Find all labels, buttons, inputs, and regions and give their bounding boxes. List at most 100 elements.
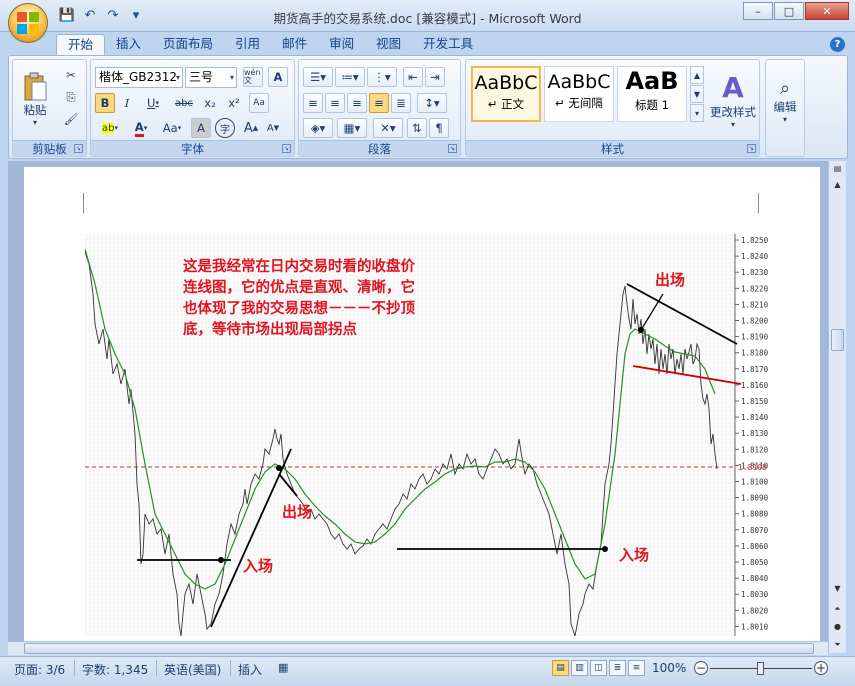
line-spacing-icon[interactable]: ↕▾	[417, 93, 447, 113]
subscript-button[interactable]: x₂	[199, 93, 221, 113]
underline-button[interactable]: U ▾	[139, 93, 167, 113]
price-axis-label: 1.8160	[741, 381, 769, 390]
ruler-toggle-icon[interactable]: ▤	[829, 161, 846, 177]
align-right-icon[interactable]: ≡	[347, 93, 367, 113]
style-normal[interactable]: AaBbC ↵ 正文	[471, 66, 541, 122]
clipboard-launcher-icon[interactable]: ↘	[74, 144, 83, 153]
copy-icon[interactable]: ⎘	[61, 88, 81, 106]
page-count[interactable]: 页面: 3/6	[14, 661, 65, 678]
change-styles-button[interactable]: A 更改样式 ▾	[708, 64, 758, 136]
clipboard-group: 粘贴 ▾ ✂ ⎘ 🖌 剪贴板 ↘	[12, 59, 87, 157]
prev-page-icon[interactable]: ⏶	[829, 601, 846, 617]
multilevel-list-icon[interactable]: ⋮▾	[367, 67, 397, 87]
font-launcher-icon[interactable]: ↘	[282, 144, 291, 153]
paragraph-launcher-icon[interactable]: ↘	[448, 144, 457, 153]
change-case-label: Aa	[162, 121, 178, 135]
style-name: ↵ 无间隔	[555, 96, 603, 110]
shading-icon[interactable]: ◈▾	[303, 118, 333, 138]
font-color-button[interactable]: A ▾	[127, 118, 155, 138]
align-center-icon[interactable]: ≡	[325, 93, 345, 113]
font-name-combo[interactable]: 楷体_GB2312 ▾	[95, 67, 183, 88]
show-marks-icon[interactable]: ¶	[429, 118, 449, 138]
horizontal-scrollbar[interactable]	[8, 641, 828, 655]
draft-view-icon[interactable]: ≡	[628, 660, 645, 676]
full-screen-reading-icon[interactable]: ▥	[571, 660, 588, 676]
print-layout-view-icon[interactable]: ▤	[552, 660, 569, 676]
styles-launcher-icon[interactable]: ↘	[747, 144, 756, 153]
highlight-button[interactable]: ab ▾	[95, 118, 125, 138]
align-left-icon[interactable]: ≡	[303, 93, 323, 113]
office-button[interactable]	[8, 3, 48, 43]
format-painter-icon[interactable]: 🖌	[61, 110, 81, 128]
tab-home[interactable]: 开始	[56, 34, 106, 56]
zoom-level[interactable]: 100%	[652, 661, 686, 675]
tab-developer[interactable]: 开发工具	[412, 34, 484, 56]
bullets-icon[interactable]: ☰▾	[303, 67, 333, 87]
increase-indent-icon[interactable]: ⇥	[425, 67, 445, 87]
justify-icon[interactable]: ≡	[369, 93, 389, 113]
styles-more-icon[interactable]: ▾	[690, 104, 704, 122]
next-page-icon[interactable]: ⏷	[829, 637, 846, 653]
price-axis-label: 1.8150	[741, 397, 769, 406]
tab-review[interactable]: 审阅	[318, 34, 365, 56]
help-icon[interactable]: ?	[830, 37, 845, 52]
price-axis-label: 1.8010	[741, 622, 769, 631]
editing-button[interactable]: ⌕ 编辑 ▾	[768, 66, 802, 136]
price-axis-label: 1.8220	[741, 284, 769, 293]
word-count[interactable]: 字数: 1,345	[82, 661, 148, 678]
superscript-button[interactable]: x²	[223, 93, 245, 113]
change-case-button[interactable]: Aa ▾	[157, 118, 187, 138]
cut-icon[interactable]: ✂	[61, 66, 81, 84]
maximize-button[interactable]: □	[774, 2, 804, 20]
distributed-icon[interactable]: ≣	[391, 93, 411, 113]
scroll-up-icon[interactable]: ▲	[829, 177, 846, 193]
font-size-combo[interactable]: 三号 ▾	[185, 67, 237, 88]
shrink-font-button[interactable]: A ▼	[263, 118, 283, 138]
vertical-scrollbar[interactable]: ▤ ▲ ▼ ⏶ ● ⏷	[828, 161, 846, 653]
language-indicator[interactable]: 英语(美国)	[164, 661, 221, 678]
style-no-spacing[interactable]: AaBbC ↵ 无间隔	[544, 66, 614, 122]
borders-icon[interactable]: ▦▾	[337, 118, 367, 138]
grow-font-button[interactable]: A ▲	[241, 118, 261, 138]
font-name-value: 楷体_GB2312	[99, 70, 178, 84]
paste-button[interactable]: 粘贴 ▾	[17, 64, 53, 134]
chinese-layout-icon[interactable]: ✕▾	[373, 118, 403, 138]
style-heading-1[interactable]: AaB 标题 1	[617, 66, 687, 122]
tab-mailings[interactable]: 邮件	[271, 34, 318, 56]
paragraph-group: ☰▾ ≔▾ ⋮▾ ⇤ ⇥ ≡ ≡ ≡ ≡ ≣ ↕▾ ◈▾ ▦▾ ✕▾ ⇅ ¶ 段…	[298, 59, 461, 157]
tab-page-layout[interactable]: 页面布局	[152, 34, 224, 56]
price-axis-label: 1.8170	[741, 365, 769, 374]
tab-insert[interactable]: 插入	[105, 34, 152, 56]
tab-references[interactable]: 引用	[224, 34, 271, 56]
decrease-indent-icon[interactable]: ⇤	[403, 67, 423, 87]
enclose-char-button[interactable]: 字	[215, 118, 235, 138]
paragraph-group-label: 段落	[299, 140, 460, 156]
bold-button[interactable]: B	[95, 93, 115, 113]
clear-format-button[interactable]: Aa	[249, 93, 269, 113]
numbering-icon[interactable]: ≔▾	[335, 67, 365, 87]
styles-scroll-down-icon[interactable]: ▼	[690, 85, 704, 103]
char-border-button[interactable]: A	[268, 67, 288, 87]
macro-record-icon[interactable]: ▦	[278, 661, 288, 674]
vertical-scroll-thumb[interactable]	[831, 329, 844, 351]
strikethrough-button[interactable]: abc	[171, 93, 197, 113]
document-page[interactable]: 1.8250 1.8240 1.8230 1.8220 1.8210 1.8200 1.81…	[24, 167, 820, 653]
zoom-out-icon[interactable]: −	[694, 661, 708, 675]
insert-mode-indicator[interactable]: 插入	[238, 661, 262, 678]
phonetic-guide-button[interactable]: wén 文	[243, 67, 263, 87]
close-button[interactable]: ✕	[805, 2, 849, 20]
sort-icon[interactable]: ⇅	[407, 118, 427, 138]
style-name: ↵ 正文	[487, 97, 525, 111]
tab-view[interactable]: 视图	[365, 34, 412, 56]
browse-object-icon[interactable]: ●	[829, 619, 846, 635]
scroll-down-icon[interactable]: ▼	[829, 581, 846, 597]
italic-button[interactable]: I	[117, 93, 137, 113]
horizontal-scroll-thumb[interactable]	[24, 643, 814, 654]
char-shading-button[interactable]: A	[191, 118, 211, 138]
outline-view-icon[interactable]: ≣	[609, 660, 626, 676]
styles-scroll-up-icon[interactable]: ▲	[690, 66, 704, 84]
zoom-in-icon[interactable]: +	[814, 661, 828, 675]
zoom-slider-thumb[interactable]	[757, 662, 764, 675]
minimize-button[interactable]: –	[743, 2, 773, 20]
web-layout-icon[interactable]: ◫	[590, 660, 607, 676]
